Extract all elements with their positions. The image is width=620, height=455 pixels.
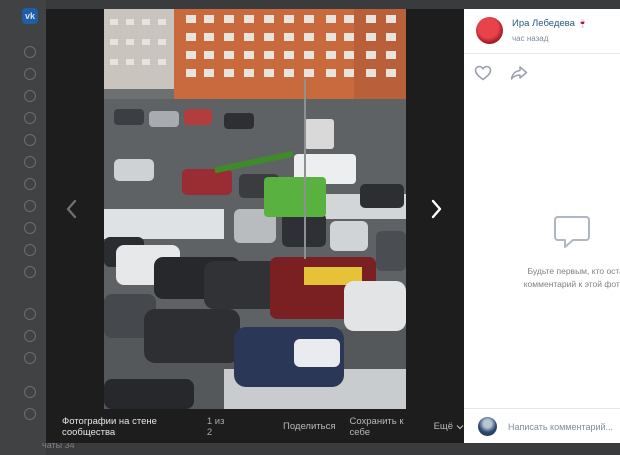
chevron-down-icon: [456, 424, 464, 429]
comment-composer: Написать комментарий...: [478, 417, 613, 436]
services-icon: [24, 352, 36, 364]
previous-photo-button[interactable]: [62, 197, 82, 221]
photos-icon: [24, 178, 36, 190]
news-icon: [24, 68, 36, 80]
share-arrow-icon[interactable]: [510, 65, 528, 81]
more-label: Ещё: [433, 421, 453, 432]
actions-row: [474, 65, 528, 81]
author-block: Ира Лебедева 🍷 час назад: [476, 17, 588, 44]
post-time[interactable]: час назад: [512, 34, 588, 43]
photo-caption-bar: Фотографии на стене сообщества 1 из 2 По…: [46, 410, 464, 443]
photo-side-panel: Ира Лебедева 🍷 час назад Будьте первым, к…: [464, 9, 620, 443]
clips-icon: [24, 244, 36, 256]
no-comments-line-2: комментарий к этой фотогр: [523, 279, 620, 289]
chevron-left-icon: [66, 199, 77, 219]
photo-counter: 1 из 2: [206, 415, 225, 438]
profile-icon: [24, 46, 36, 58]
divider: [464, 408, 620, 409]
author-avatar[interactable]: [476, 17, 503, 44]
current-user-avatar: [478, 417, 497, 436]
bookmarks-icon: [24, 386, 36, 398]
background-sidebar: [0, 0, 46, 455]
video-icon: [24, 222, 36, 234]
calls-icon: [24, 112, 36, 124]
files-icon: [24, 408, 36, 420]
author-name-row: Ира Лебедева 🍷: [512, 18, 588, 29]
author-name-link[interactable]: Ира Лебедева: [512, 18, 575, 29]
music-icon: [24, 200, 36, 212]
author-badge: 🍷: [577, 19, 588, 28]
parking-lot-photo[interactable]: [104, 9, 406, 409]
chevron-right-icon: [431, 199, 442, 219]
photo-viewer: Фотографии на стене сообщества 1 из 2 По…: [46, 9, 464, 443]
divider: [464, 53, 620, 54]
comment-input[interactable]: Написать комментарий...: [508, 422, 613, 432]
save-to-profile-button[interactable]: Сохранить к себе: [349, 416, 419, 438]
messages-icon: [24, 90, 36, 102]
vk-logo-icon: vk: [22, 8, 38, 24]
games-icon: [24, 266, 36, 278]
album-title-link[interactable]: Фотографии на стене сообщества: [62, 416, 199, 438]
more-button[interactable]: Ещё: [434, 421, 464, 432]
no-comments-text: Будьте первым, кто остав комментарий к э…: [508, 265, 620, 291]
friends-icon: [24, 134, 36, 146]
share-button[interactable]: Поделиться: [283, 421, 335, 432]
comment-bubble-icon: [554, 216, 590, 248]
communities-icon: [24, 156, 36, 168]
heart-icon[interactable]: [474, 65, 492, 81]
no-comments-line-1: Будьте первым, кто остав: [527, 266, 620, 276]
next-photo-button[interactable]: [426, 197, 446, 221]
stickers-icon: [24, 308, 36, 320]
market-icon: [24, 330, 36, 342]
